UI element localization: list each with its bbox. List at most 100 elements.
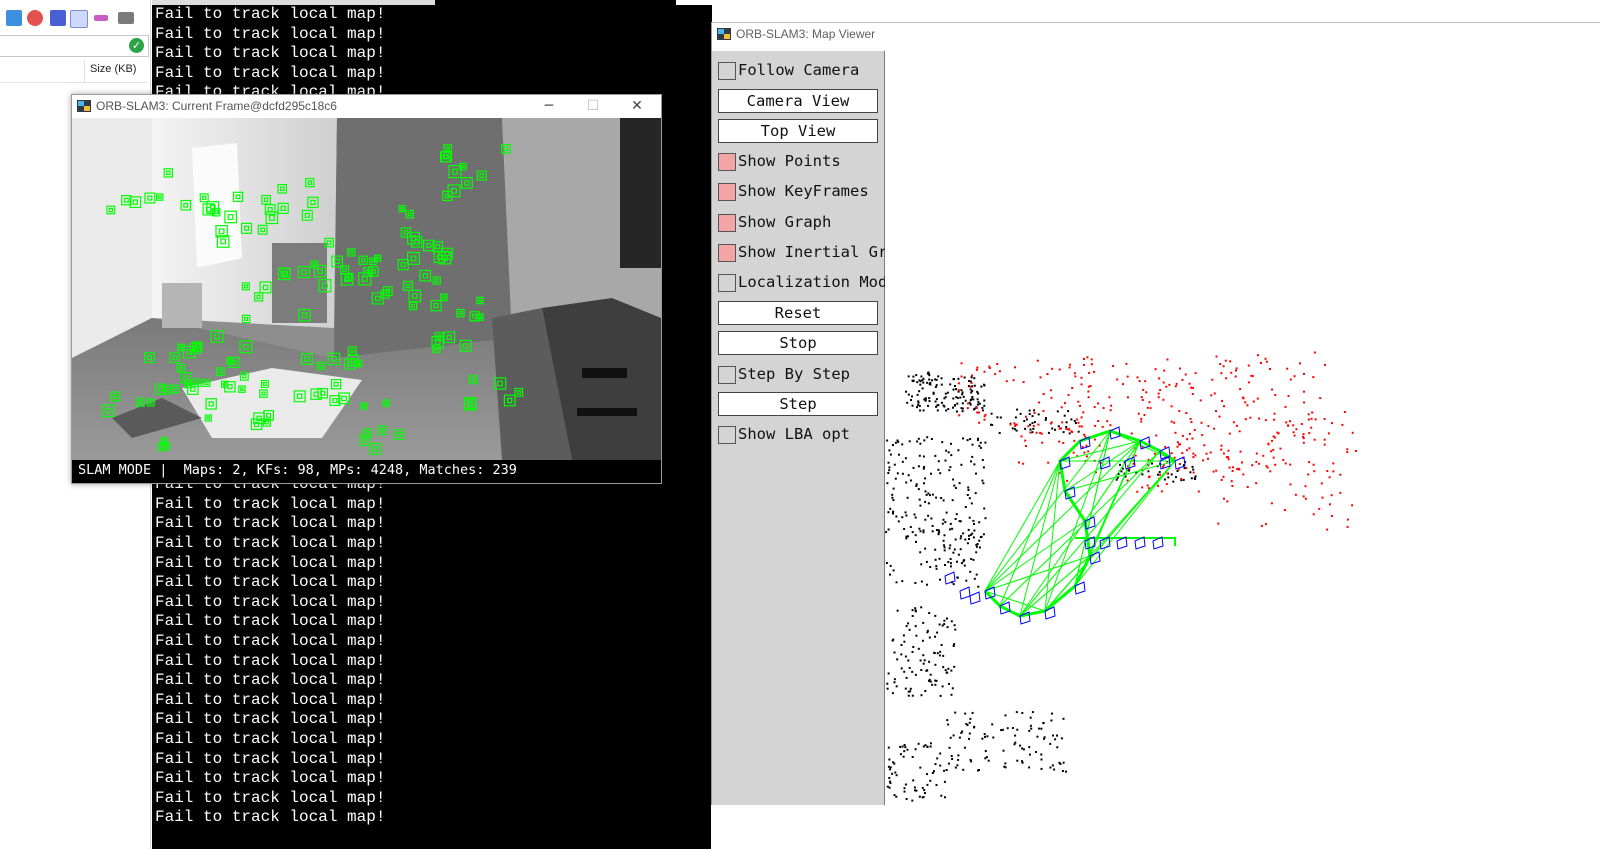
local-map-point [1181,452,1184,455]
map-point [902,634,905,637]
console-line: Fail to track local map! [155,788,386,807]
map-point [935,398,938,401]
local-map-point [1146,484,1149,487]
map-point [1056,734,1058,737]
follow-camera-box[interactable] [718,62,736,80]
map-point [973,377,976,380]
local-map-point [1329,503,1331,506]
map-point [968,538,970,540]
map-point [938,557,941,560]
show-points-checkbox[interactable]: Show Points [718,151,908,175]
map-point [970,502,973,505]
local-map-point [1304,485,1307,488]
map-point [941,685,944,688]
trajectory-path [983,429,1176,618]
map-point [943,546,946,549]
map-point [970,376,973,379]
local-map-point [1050,421,1053,424]
reset-button[interactable]: Reset [718,301,878,325]
local-map-point [1148,475,1151,478]
map-point [1120,470,1123,473]
delete-icon[interactable] [27,10,43,26]
camera-view-button[interactable]: Camera View [718,89,878,113]
console-line: Fail to track local map! [155,573,386,592]
column-divider[interactable] [84,60,85,82]
map-point [964,399,967,402]
map-point [923,482,925,485]
map-point [1011,727,1014,729]
local-map-point [1303,372,1305,375]
show-keyframes-checkbox[interactable]: Show KeyFrames [718,181,908,205]
local-map-point [1227,456,1230,459]
minimize-button[interactable]: ─ [534,97,564,115]
stop-button[interactable]: Stop [718,331,878,355]
show-inertial-graph-checkbox[interactable]: Show Inertial Graph [718,242,915,266]
close-button[interactable]: ✕ [622,97,652,115]
path-input[interactable]: ✓ [0,35,149,57]
map-point [928,378,931,381]
file-icon[interactable] [6,10,22,26]
follow-camera-checkbox[interactable]: Follow Camera [718,60,908,84]
local-map-point [1331,422,1333,425]
map-point [954,628,957,631]
map-titlebar[interactable]: ORB-SLAM3: Map Viewer [712,23,1600,46]
map-point [909,479,912,482]
localization-mode-checkbox[interactable]: Localization Mode [718,272,908,296]
map-3d-canvas[interactable] [885,51,1600,805]
tools-icon[interactable] [94,15,108,21]
local-map-point [1106,420,1109,423]
local-map-point [960,375,963,378]
show-graph-checkbox[interactable]: Show Graph [718,212,908,236]
properties-icon[interactable] [70,10,88,28]
terminal-icon[interactable] [118,12,134,24]
map-point [964,506,967,508]
map-point [908,628,911,631]
step-by-step-checkbox[interactable]: Step By Step [718,364,908,388]
local-map-point [1163,369,1166,372]
console-line: Fail to track local map! [155,808,386,827]
local-map-point [1140,396,1143,399]
follow-camera-label: Follow Camera [738,61,860,79]
map-point [1192,468,1195,471]
map-point [940,377,943,380]
local-map-point [1202,459,1205,462]
map-point [943,623,946,626]
map-point [950,669,953,672]
maximize-button[interactable]: ☐ [578,97,608,115]
map-point [944,564,946,566]
column-size[interactable]: Size (KB) [90,63,136,75]
rename-icon[interactable] [50,10,66,26]
step-by-step-box[interactable] [718,366,736,384]
map-point [941,401,943,404]
map-point [924,397,927,400]
local-map-point [1161,465,1164,468]
local-map-point [1042,410,1045,412]
map-point [937,460,940,463]
show-inertial-graph-box[interactable] [718,244,736,262]
localization-mode-box[interactable] [718,274,736,292]
local-map-point [1153,452,1156,455]
local-map-point [1264,357,1267,360]
local-map-point [1159,473,1161,476]
show-keyframes-box[interactable] [718,183,736,201]
map-point [919,383,922,386]
local-map-point [1108,396,1111,399]
show-lba-opt-checkbox[interactable]: Show LBA opt [718,424,908,448]
local-map-point [1273,412,1276,415]
show-points-box[interactable] [718,153,736,171]
step-button[interactable]: Step [718,392,878,416]
map-point [891,493,894,496]
top-view-button[interactable]: Top View [718,119,878,143]
local-map-point [1157,396,1160,399]
map-point [901,472,904,475]
show-graph-box[interactable] [718,214,736,232]
map-point [956,397,959,399]
map-point [958,736,961,739]
frame-titlebar[interactable]: ORB-SLAM3: Current Frame@dcfd295c18c6 ─ … [72,95,661,118]
map-point [911,651,914,653]
local-map-point [957,382,960,385]
map-point [1033,409,1036,412]
show-lba-opt-box[interactable] [718,426,736,444]
local-map-point [1039,431,1042,434]
map-point [915,634,918,637]
